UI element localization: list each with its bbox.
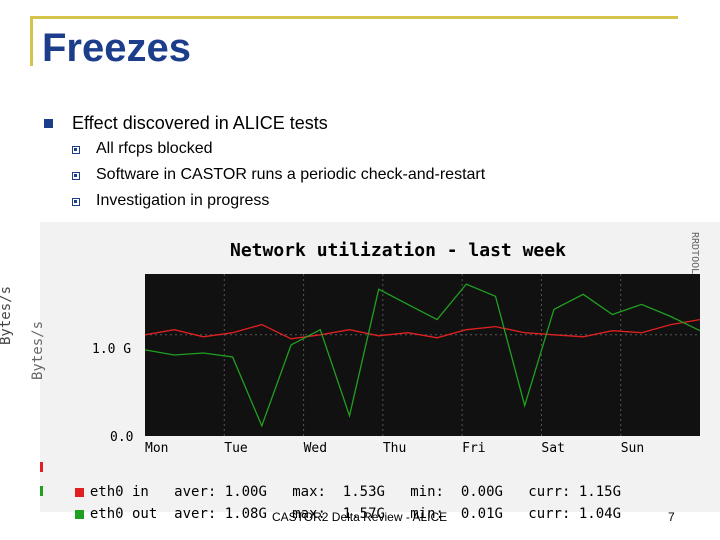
stat-value: 1.08G — [224, 506, 267, 522]
sub-bullet-icon — [72, 198, 80, 206]
main-bullet-text: Effect discovered in ALICE tests — [72, 113, 328, 133]
page-number: 7 — [668, 510, 675, 524]
chart-title: Network utilization - last week — [230, 240, 566, 261]
legend-swatch-out — [74, 510, 84, 519]
legend-name: eth0 out — [89, 506, 158, 522]
stat-label: curr: — [528, 506, 571, 522]
legend-marker-in-left — [40, 462, 43, 472]
x-tick-label: Sat — [541, 441, 565, 456]
sub-bullet-text: Software in CASTOR runs a periodic check… — [96, 166, 486, 183]
plot-area — [145, 274, 700, 436]
y-axis-label-ghost: Bytes/s — [0, 285, 14, 345]
sub-bullet-text: Investigation in progress — [96, 192, 270, 209]
x-tick-label: Tue — [224, 441, 248, 456]
series-line-in — [145, 318, 700, 340]
x-tick-label: Mon — [145, 441, 169, 456]
title-frame-top — [30, 16, 678, 19]
x-tick-label: Sun — [620, 441, 645, 456]
title-frame-left — [30, 16, 33, 66]
stat-value: 0.01G — [460, 506, 503, 522]
sub-bullet-text: All rfcps blocked — [96, 140, 213, 157]
legend-marker-out-left — [40, 486, 43, 496]
series-line-out — [145, 283, 700, 428]
stat-label: aver: — [174, 506, 217, 522]
slide-title: Freezes — [42, 26, 191, 70]
y-tick-label: 1.0 G — [92, 342, 132, 357]
slide-footer: CASTOR2 Delta Review - ALICE — [272, 510, 448, 524]
y-axis-label: Bytes/s — [30, 320, 46, 380]
sub-bullet-icon — [72, 146, 80, 154]
main-bullet-icon — [44, 119, 53, 128]
stat-value: 1.04G — [578, 506, 622, 522]
x-tick-label: Fri — [462, 441, 486, 456]
sub-bullet-icon — [72, 172, 80, 180]
y-tick-label: 0.0 — [110, 430, 134, 445]
x-tick-label: Thu — [382, 441, 407, 456]
x-tick-label: Wed — [303, 441, 328, 456]
